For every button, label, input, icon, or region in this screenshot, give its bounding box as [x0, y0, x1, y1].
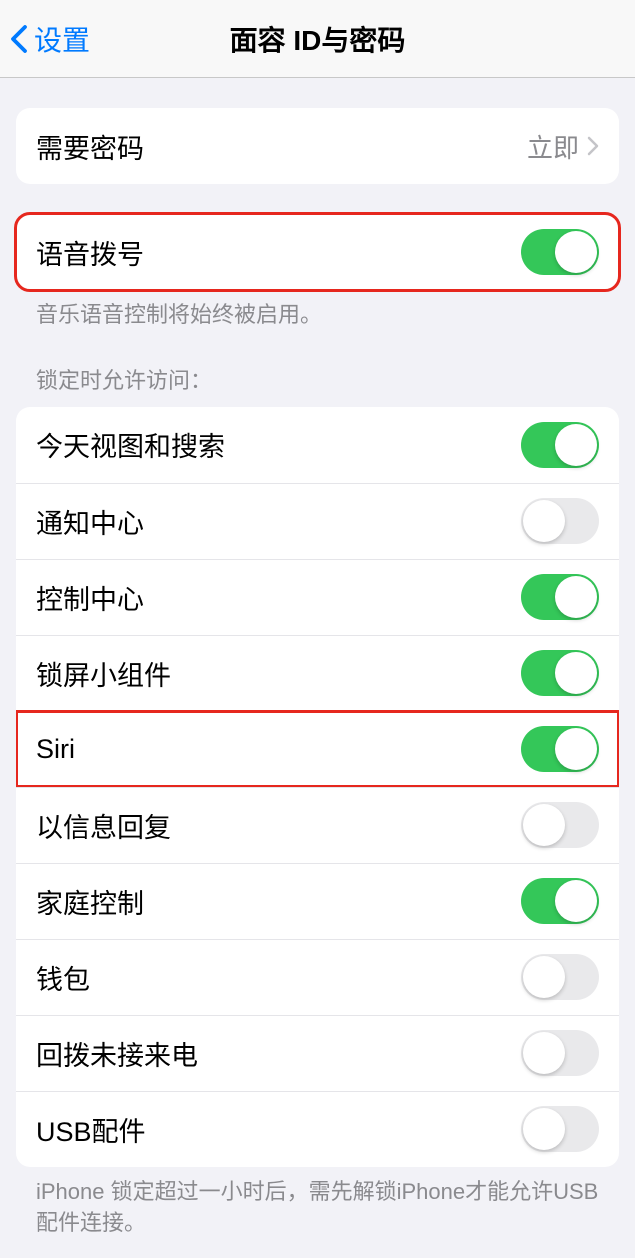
- lock-access-row: 控制中心: [16, 559, 619, 635]
- lock-access-group: 今天视图和搜索通知中心控制中心锁屏小组件 Siri 以信息回复家庭控制钱包回拨未接来…: [16, 407, 619, 1167]
- toggle-knob: [555, 231, 597, 273]
- toggle-knob: [523, 1108, 565, 1150]
- toggle-knob: [523, 500, 565, 542]
- toggle-knob: [555, 424, 597, 466]
- lock-access-row: 以信息回复: [16, 787, 619, 863]
- back-label: 设置: [34, 19, 90, 59]
- require-passcode-row[interactable]: 需要密码 立即: [16, 108, 619, 184]
- lock-access-row: 家庭控制: [16, 863, 619, 939]
- toggle-knob: [555, 880, 597, 922]
- lock-access-row: USB配件: [16, 1091, 619, 1167]
- page-title: 面容 ID与密码: [230, 19, 406, 59]
- lock-access-row: Siri: [16, 711, 619, 787]
- lock-access-row: 今天视图和搜索: [16, 407, 619, 483]
- chevron-right-icon: [587, 136, 599, 156]
- lock-access-item-label: 通知中心: [36, 502, 144, 541]
- lock-access-item-label: 今天视图和搜索: [36, 425, 225, 464]
- voice-dial-row: 语音拨号: [16, 214, 619, 290]
- lock-access-item-label: 家庭控制: [36, 882, 144, 921]
- lock-access-footer: iPhone 锁定超过一小时后，需先解锁iPhone才能允许USB 配件连接。: [0, 1167, 635, 1239]
- toggle-knob: [555, 728, 597, 770]
- voice-dial-toggle[interactable]: [521, 229, 599, 275]
- toggle-knob: [555, 652, 597, 694]
- voice-dial-footer: 音乐语音控制将始终被启用。: [0, 290, 635, 331]
- chevron-left-icon: [10, 24, 28, 54]
- lock-access-item-label: 控制中心: [36, 578, 144, 617]
- require-passcode-group: 需要密码 立即: [16, 108, 619, 184]
- lock-access-toggle[interactable]: [521, 498, 599, 544]
- lock-access-toggle[interactable]: [521, 878, 599, 924]
- lock-access-toggle[interactable]: [521, 1106, 599, 1152]
- toggle-knob: [523, 804, 565, 846]
- navigation-header: 设置 面容 ID与密码: [0, 0, 635, 78]
- lock-access-row: 锁屏小组件: [16, 635, 619, 711]
- toggle-knob: [523, 956, 565, 998]
- require-passcode-value: 立即: [527, 128, 579, 165]
- lock-access-toggle[interactable]: [521, 574, 599, 620]
- back-button[interactable]: 设置: [0, 19, 90, 59]
- lock-access-row: 钱包: [16, 939, 619, 1015]
- lock-access-item-label: 锁屏小组件: [36, 654, 171, 693]
- voice-dial-group: 语音拨号: [16, 214, 619, 290]
- lock-access-item-label: 以信息回复: [36, 806, 171, 845]
- lock-access-toggle[interactable]: [521, 650, 599, 696]
- lock-access-toggle[interactable]: [521, 726, 599, 772]
- lock-access-toggle[interactable]: [521, 954, 599, 1000]
- lock-access-toggle[interactable]: [521, 422, 599, 468]
- lock-access-item-label: 钱包: [36, 958, 90, 997]
- lock-access-item-label: USB配件: [36, 1110, 146, 1149]
- lock-access-item-label: 回拨未接来电: [36, 1034, 198, 1073]
- toggle-knob: [523, 1032, 565, 1074]
- lock-access-item-label: Siri: [36, 734, 75, 765]
- lock-access-toggle[interactable]: [521, 802, 599, 848]
- require-passcode-label: 需要密码: [36, 127, 144, 166]
- lock-access-row: 通知中心: [16, 483, 619, 559]
- lock-access-row: 回拨未接来电: [16, 1015, 619, 1091]
- lock-access-header: 锁定时允许访问：: [0, 331, 635, 395]
- voice-dial-label: 语音拨号: [36, 233, 144, 272]
- toggle-knob: [555, 576, 597, 618]
- lock-access-toggle[interactable]: [521, 1030, 599, 1076]
